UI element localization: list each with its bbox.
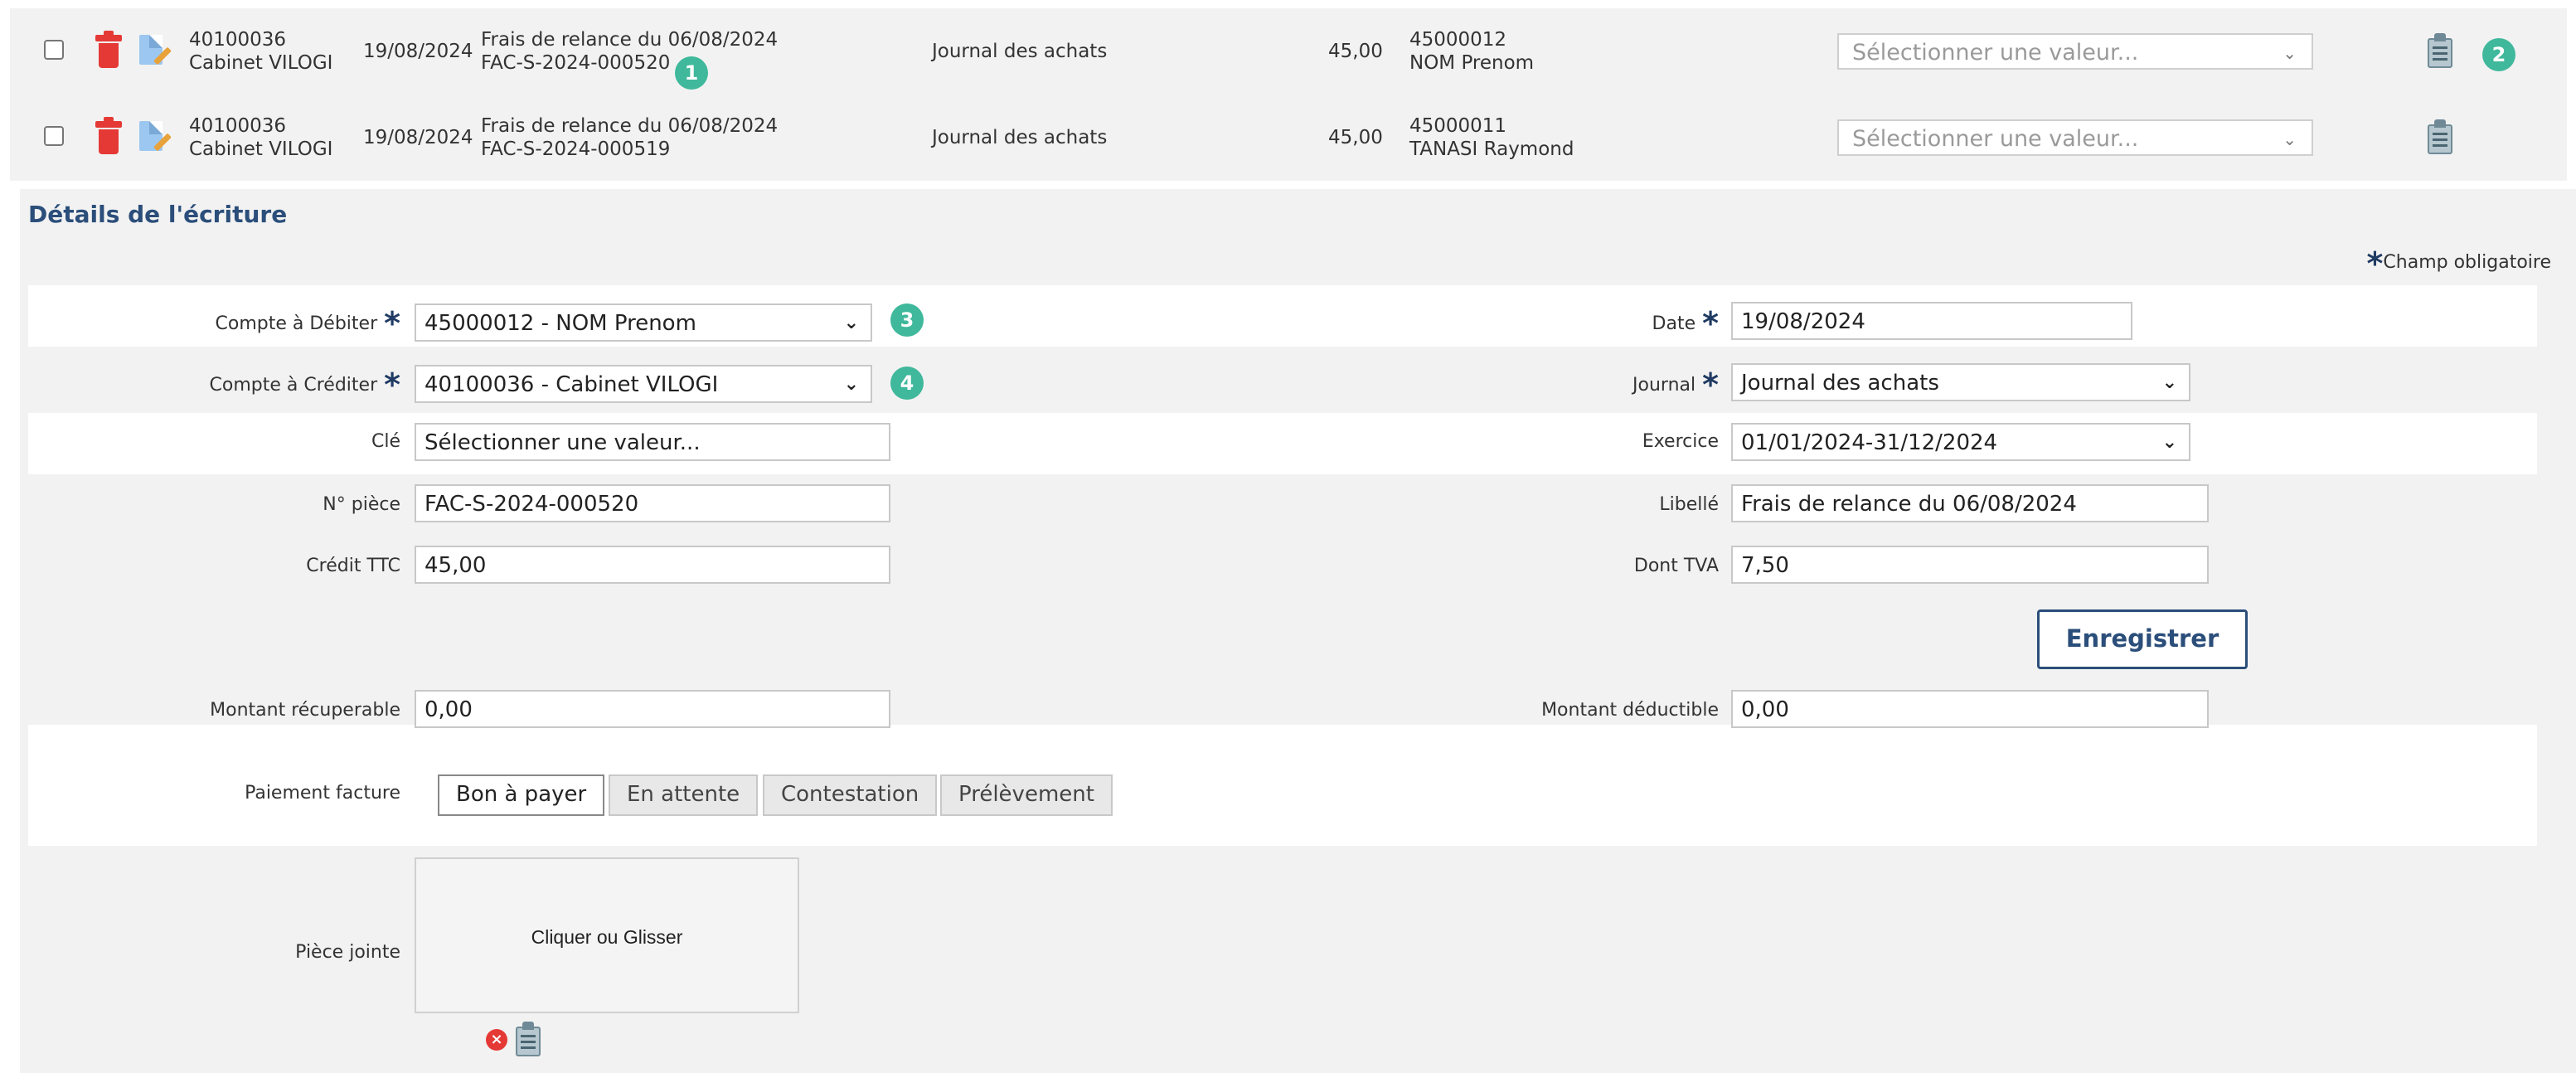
recoverable-amount-input[interactable]: 0,00 [415,690,890,728]
credit-ttc-label: Crédit TTC [306,556,400,576]
chevron-down-icon: ⌄ [843,313,859,333]
debit-account-label: Compte à Débiter * [215,305,400,342]
select-placeholder: Sélectionner une valeur... [1852,126,2139,152]
chevron-down-icon: ⌄ [2161,432,2177,453]
entry-journal: Journal des achats [932,127,1108,148]
entry-amount: 45,00 [1328,41,1383,62]
date-label: Date * [1652,305,1719,342]
table-row: 40100036 Cabinet VILOGI 19/08/2024 Frais… [10,8,2567,95]
account-number: 40100036 [189,115,287,137]
edit-document-icon[interactable] [139,121,172,156]
contra-account-name: TANASI Raymond [1409,138,1574,160]
entry-label: Frais de relance du 06/08/2024 [481,115,779,137]
row-value-select[interactable]: Sélectionner une valeur... ⌄ [1837,119,2313,156]
vat-label: Dont TVA [1633,556,1719,576]
entry-date: 19/08/2024 [363,127,473,148]
payment-option-dispute[interactable]: Contestation [763,774,938,816]
entry-label: Frais de relance du 06/08/2024 [481,29,779,51]
date-input[interactable]: 19/08/2024 [1731,302,2132,340]
step-badge-3: 3 [890,303,924,337]
key-input[interactable]: Sélectionner une valeur... [415,423,890,461]
panel-title: Détails de l'écriture [28,201,288,228]
payment-option-pending[interactable]: En attente [609,774,759,816]
contra-account-name: NOM Prenom [1409,52,1535,74]
entry-journal: Journal des achats [932,41,1108,62]
form-row-band [28,725,2537,846]
wording-input[interactable]: Frais de relance du 06/08/2024 [1731,484,2209,522]
table-row: 40100036 Cabinet VILOGI 19/08/2024 Frais… [10,95,2567,181]
entry-amount: 45,00 [1328,127,1383,148]
payment-option-direct-debit[interactable]: Prélèvement [940,774,1113,816]
notepad-icon[interactable] [2426,119,2456,156]
exercise-label: Exercice [1642,431,1719,452]
wording-label: Libellé [1659,494,1719,515]
form-row-band [28,285,2537,347]
save-button[interactable]: Enregistrer [2037,609,2248,669]
notepad-icon[interactable] [2426,33,2456,70]
chevron-down-icon: ⌄ [843,374,859,395]
exercise-select[interactable]: 01/01/2024-31/12/2024 ⌄ [1731,423,2190,461]
select-placeholder: Sélectionner une valeur... [1852,40,2139,66]
journal-select[interactable]: Journal des achats ⌄ [1731,363,2190,401]
credit-account-select[interactable]: 40100036 - Cabinet VILOGI ⌄ [415,365,872,403]
credit-ttc-input[interactable]: 45,00 [415,546,890,584]
chevron-down-icon: ⌄ [2283,129,2297,149]
attachment-dropzone[interactable]: Cliquer ou Glisser [415,857,799,1013]
deductible-amount-label: Montant déductible [1541,700,1719,721]
attachment-label: Pièce jointe [295,942,400,963]
piece-number-label: N° pièce [323,494,400,515]
account-name: Cabinet VILOGI [189,52,333,74]
entry-reference: FAC-S-2024-000519 [481,138,671,160]
step-badge-2: 2 [2482,38,2515,71]
debit-account-select[interactable]: 45000012 - NOM Prenom ⌄ [415,303,872,342]
piece-number-input[interactable]: FAC-S-2024-000520 [415,484,890,522]
vat-input[interactable]: 7,50 [1731,546,2209,584]
contra-account-number: 45000011 [1409,115,1507,137]
trash-icon[interactable] [95,117,122,154]
journal-label: Journal * [1632,367,1719,403]
deductible-amount-input[interactable]: 0,00 [1731,690,2209,728]
payment-option-approve[interactable]: Bon à payer [438,774,605,816]
invoice-payment-label: Paiement facture [245,783,400,804]
remove-circle-icon[interactable]: × [486,1029,507,1051]
row-checkbox[interactable] [44,40,64,60]
recoverable-amount-label: Montant récuperable [210,700,400,721]
account-name: Cabinet VILOGI [189,138,333,160]
trash-icon[interactable] [95,31,122,68]
required-field-note: *Champ obligatoire [2366,245,2551,282]
row-value-select[interactable]: Sélectionner une valeur... ⌄ [1837,33,2313,70]
notepad-icon[interactable] [514,1022,544,1058]
chevron-down-icon: ⌄ [2283,43,2297,63]
step-badge-1: 1 [675,56,708,90]
entry-reference: FAC-S-2024-000520 [481,52,671,74]
step-badge-4: 4 [890,367,924,400]
chevron-down-icon: ⌄ [2161,372,2177,393]
key-label: Clé [371,431,400,452]
contra-account-number: 45000012 [1409,29,1507,51]
edit-document-icon[interactable] [139,35,172,70]
credit-account-label: Compte à Créditer * [209,367,400,403]
account-number: 40100036 [189,29,287,51]
row-checkbox[interactable] [44,126,64,146]
entry-date: 19/08/2024 [363,41,473,62]
